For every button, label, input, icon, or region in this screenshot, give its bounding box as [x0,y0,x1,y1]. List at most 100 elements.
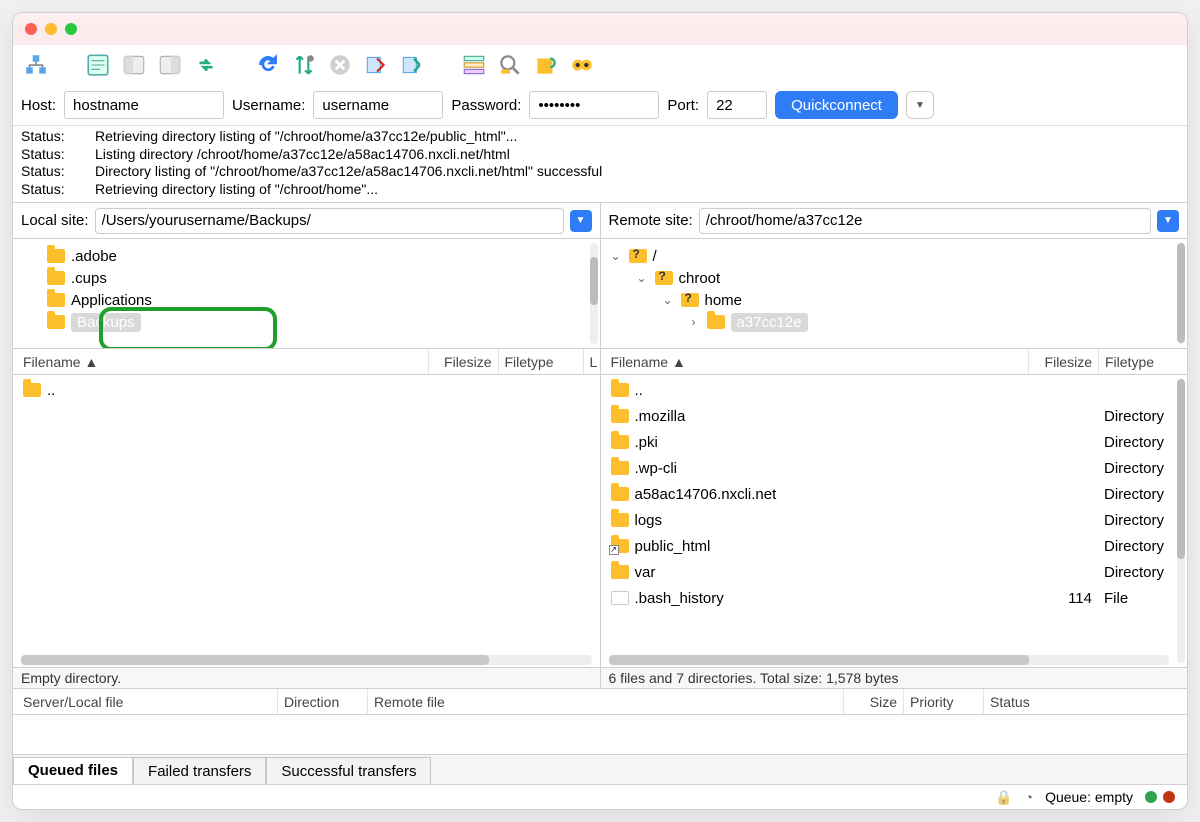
scrollbar-thumb[interactable] [1177,379,1185,559]
host-input[interactable] [64,91,224,119]
tree-item-home[interactable]: ⌄home [661,289,1180,311]
folder-icon [611,487,629,501]
local-tree[interactable]: .adobe .cups Applications Backups [13,239,600,349]
username-input[interactable] [313,91,443,119]
search-icon[interactable] [495,50,525,80]
quickconnect-bar: Host: Username: Password: Port: Quickcon… [13,85,1187,125]
chevron-down-icon[interactable]: ⌄ [609,249,623,263]
quickconnect-button[interactable]: Quickconnect [775,91,898,119]
compare-icon[interactable] [531,50,561,80]
folder-icon [611,513,629,527]
port-label: Port: [667,97,699,114]
remote-path-input[interactable] [699,208,1151,234]
folder-icon [47,315,65,329]
main-split: Local site: ▼ .adobe .cups Applications … [13,203,1187,689]
tree-item-backups[interactable]: Backups [47,311,592,333]
list-item[interactable]: .. [17,377,596,403]
remote-file-list[interactable]: .. .mozillaDirectory .pkiDirectory .wp-c… [601,375,1188,667]
col-filetype[interactable]: Filetype [498,349,583,374]
list-item[interactable]: logsDirectory [605,507,1184,533]
folder-icon [47,249,65,263]
scrollbar-thumb[interactable] [1177,243,1185,343]
log-label: Status: [21,181,81,199]
reconnect-icon[interactable] [397,50,427,80]
disconnect-icon[interactable] [361,50,391,80]
remote-path-dropdown[interactable]: ▼ [1157,210,1179,232]
process-queue-icon[interactable] [289,50,319,80]
sync-browsing-icon[interactable] [567,50,597,80]
maximize-icon[interactable] [65,23,77,35]
toggle-local-tree-icon[interactable] [119,50,149,80]
tree-item-root[interactable]: ⌄/ [609,245,1180,267]
toolbar [13,45,1187,85]
toggle-log-icon[interactable] [83,50,113,80]
filter-icon[interactable] [459,50,489,80]
col-priority[interactable]: Priority [903,689,983,714]
shortcut-icon: ↗ [609,545,619,555]
cancel-icon[interactable] [325,50,355,80]
list-item[interactable]: .wp-cliDirectory [605,455,1184,481]
log-text: Retrieving directory listing of "/chroot… [95,181,378,199]
minimize-icon[interactable] [45,23,57,35]
unknown-folder-icon [681,293,699,307]
log-label: Status: [21,163,81,181]
local-path-input[interactable] [95,208,564,234]
remote-pane: Remote site: ▼ ⌄/ ⌄chroot ⌄home ›a37cc12… [600,203,1188,689]
close-icon[interactable] [25,23,37,35]
refresh-icon[interactable] [253,50,283,80]
lock-icon[interactable]: 🔒 [995,789,1012,806]
local-path-dropdown[interactable]: ▼ [570,210,592,232]
local-site-label: Local site: [21,212,89,229]
col-direction[interactable]: Direction [277,689,367,714]
list-item[interactable]: .pkiDirectory [605,429,1184,455]
folder-icon [47,271,65,285]
scrollbar-thumb[interactable] [590,257,598,305]
list-item[interactable]: .. [605,377,1184,403]
list-item[interactable]: .mozillaDirectory [605,403,1184,429]
col-filename[interactable]: Filename ▲ [605,349,1029,374]
remote-tree[interactable]: ⌄/ ⌄chroot ⌄home ›a37cc12e [601,239,1188,349]
col-filename[interactable]: Filename ▲ [17,349,428,374]
list-item[interactable]: .bash_history114File [605,585,1184,611]
col-server[interactable]: Server/Local file [17,689,277,714]
col-filesize[interactable]: Filesize [1028,349,1098,374]
col-size[interactable]: Size [843,689,903,714]
toggle-remote-tree-icon[interactable] [155,50,185,80]
queue-list[interactable] [13,715,1187,755]
chevron-down-icon[interactable]: ⌄ [635,271,649,285]
local-file-list[interactable]: .. [13,375,600,667]
tree-item-applications[interactable]: Applications [47,289,592,311]
tree-item-chroot[interactable]: ⌄chroot [635,267,1180,289]
log-text: Directory listing of "/chroot/home/a37cc… [95,163,602,181]
password-input[interactable] [529,91,659,119]
col-remote[interactable]: Remote file [367,689,843,714]
list-item[interactable]: ↗public_htmlDirectory [605,533,1184,559]
col-filesize[interactable]: Filesize [428,349,498,374]
tab-successful-transfers[interactable]: Successful transfers [266,757,431,784]
speed-limit-icon[interactable]: ◔ [1025,789,1033,805]
tree-item-adobe[interactable]: .adobe [47,245,592,267]
tree-item-a37cc12e[interactable]: ›a37cc12e [687,311,1180,333]
port-input[interactable] [707,91,767,119]
folder-icon [23,383,41,397]
statusbar: 🔒 ◔ Queue: empty [13,785,1187,809]
chevron-down-icon[interactable]: ⌄ [661,293,675,307]
col-lastmod[interactable]: L [583,349,596,374]
chevron-right-icon[interactable]: › [687,315,701,329]
toggle-queue-icon[interactable] [191,50,221,80]
col-filetype[interactable]: Filetype [1098,349,1183,374]
tab-queued-files[interactable]: Queued files [13,757,133,784]
local-list-header: Filename ▲ Filesize Filetype L [13,349,600,375]
site-manager-icon[interactable] [21,50,51,80]
window-controls [25,23,77,35]
col-status[interactable]: Status [983,689,1183,714]
quickconnect-dropdown[interactable]: ▼ [906,91,934,119]
list-item[interactable]: varDirectory [605,559,1184,585]
titlebar [13,13,1187,45]
app-window: Host: Username: Password: Port: Quickcon… [12,12,1188,810]
tree-item-cups[interactable]: .cups [47,267,592,289]
list-item[interactable]: a58ac14706.nxcli.netDirectory [605,481,1184,507]
unknown-folder-icon [655,271,673,285]
tab-failed-transfers[interactable]: Failed transfers [133,757,266,784]
queue-status: Queue: empty [1045,789,1133,805]
